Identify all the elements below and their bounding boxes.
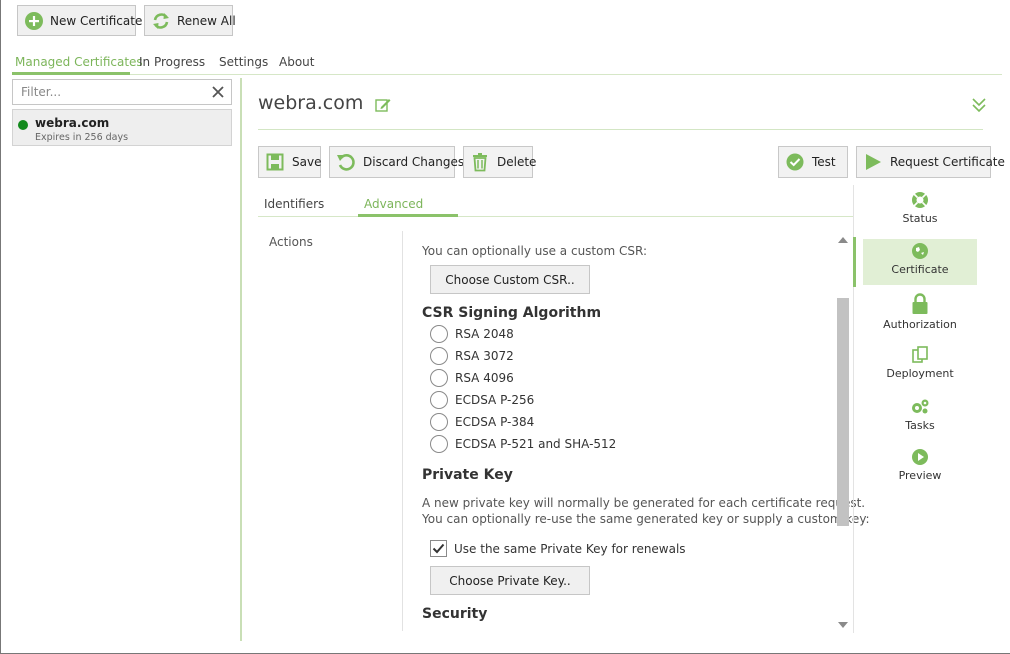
side-nav-label: Certificate <box>891 263 949 276</box>
side-nav-label: Authorization <box>883 318 957 331</box>
radio-label: ECDSA P-384 <box>455 415 535 429</box>
radio-ecdsa-p256[interactable]: ECDSA P-256 <box>430 391 534 409</box>
certificate-list-item[interactable]: webra.com Expires in 256 days <box>12 109 232 146</box>
save-button[interactable]: Save <box>258 146 321 178</box>
side-nav-label: Preview <box>898 469 942 482</box>
undo-icon <box>336 152 356 172</box>
radio-ecdsa-p384[interactable]: ECDSA P-384 <box>430 413 534 431</box>
trash-icon <box>470 152 490 172</box>
side-nav-label: Status <box>902 212 938 225</box>
test-label: Test <box>812 155 836 169</box>
content-divider <box>402 231 403 631</box>
test-button[interactable]: Test <box>778 146 848 178</box>
scrollbar-thumb[interactable] <box>837 298 849 526</box>
side-nav-authorization[interactable]: Authorization <box>863 290 977 336</box>
side-nav-status[interactable]: Status <box>863 188 977 234</box>
custom-csr-text: You can optionally use a custom CSR: <box>422 244 647 258</box>
new-certificate-label: New Certificate <box>50 13 143 28</box>
side-nav-active-indicator <box>853 237 856 287</box>
delete-label: Delete <box>497 155 537 169</box>
lock-icon <box>912 293 928 314</box>
reuse-private-key-label: Use the same Private Key for renewals <box>454 541 686 556</box>
lifebuoy-icon <box>912 192 928 208</box>
save-label: Save <box>292 155 322 169</box>
certificate-globe-icon <box>912 243 928 259</box>
radio-label: RSA 4096 <box>455 371 514 385</box>
radio-label: RSA 3072 <box>455 349 514 363</box>
gears-icon <box>912 399 929 414</box>
discard-changes-label: Discard Changes <box>363 155 465 169</box>
play-icon <box>863 152 883 172</box>
radio-label: ECDSA P-521 and SHA-512 <box>455 437 617 451</box>
page-title: webra.com <box>258 92 364 114</box>
scroll-down-arrow-icon[interactable] <box>837 618 849 628</box>
edit-icon[interactable] <box>374 96 392 114</box>
radio-circle <box>430 347 448 365</box>
title-divider <box>258 129 983 130</box>
refresh-icon <box>151 11 171 31</box>
save-icon <box>265 152 285 172</box>
scroll-up-arrow-icon[interactable] <box>837 233 849 243</box>
radio-label: ECDSA P-256 <box>455 393 535 407</box>
side-nav-preview[interactable]: Preview <box>863 445 977 491</box>
plus-circle-icon <box>24 11 44 31</box>
radio-circle <box>430 325 448 343</box>
clear-filter-icon[interactable] <box>209 83 227 101</box>
filter-box <box>12 79 232 105</box>
new-certificate-button[interactable]: New Certificate <box>17 5 142 36</box>
private-key-heading: Private Key <box>422 467 513 483</box>
certificate-expiry: Expires in 256 days <box>35 132 129 143</box>
side-nav-label: Tasks <box>905 419 935 432</box>
radio-circle <box>430 369 448 387</box>
discard-changes-button[interactable]: Discard Changes <box>329 146 464 178</box>
actions-label: Actions <box>269 235 313 249</box>
request-certificate-button[interactable]: Request Certificate <box>856 146 1005 178</box>
certificate-name: webra.com <box>35 116 110 130</box>
subtabs-divider <box>258 216 853 217</box>
side-nav-certificate[interactable]: Certificate <box>863 239 977 285</box>
chevron-double-down-icon[interactable] <box>970 96 988 114</box>
tab-managed-certificates[interactable]: Managed Certificates <box>15 55 143 69</box>
tab-about[interactable]: About <box>279 55 314 69</box>
reuse-private-key-checkbox[interactable]: Use the same Private Key for renewals <box>430 540 686 557</box>
private-key-description-2: You can optionally re-use the same gener… <box>422 512 870 526</box>
request-certificate-label: Request Certificate <box>890 155 1005 169</box>
side-nav-label: Deployment <box>886 367 954 380</box>
radio-rsa-4096[interactable]: RSA 4096 <box>430 369 514 387</box>
renew-all-button[interactable]: Renew All <box>144 5 236 36</box>
tab-advanced[interactable]: Advanced <box>364 197 423 211</box>
delete-button[interactable]: Delete <box>463 146 537 178</box>
nav-tabs-divider <box>12 74 1002 75</box>
choose-private-key-button[interactable]: Choose Private Key.. <box>430 566 590 595</box>
side-nav-tasks[interactable]: Tasks <box>863 395 977 441</box>
checkmark-icon <box>432 543 445 554</box>
status-dot-icon <box>18 120 28 130</box>
active-subtab-indicator <box>358 214 458 217</box>
radio-rsa-3072[interactable]: RSA 3072 <box>430 347 514 365</box>
security-heading: Security <box>422 606 488 622</box>
checkbox-box <box>430 540 447 557</box>
pane-splitter[interactable] <box>240 78 242 641</box>
copy-files-icon <box>912 346 928 363</box>
radio-rsa-2048[interactable]: RSA 2048 <box>430 325 514 343</box>
tab-identifiers[interactable]: Identifiers <box>264 197 324 211</box>
side-nav-deployment[interactable]: Deployment <box>863 343 977 389</box>
play-circle-icon <box>912 449 928 465</box>
radio-label: RSA 2048 <box>455 327 514 341</box>
check-circle-icon <box>785 152 805 172</box>
filter-input[interactable] <box>13 80 203 104</box>
csr-signing-algorithm-heading: CSR Signing Algorithm <box>422 305 602 321</box>
radio-circle <box>430 391 448 409</box>
tab-in-progress[interactable]: In Progress <box>139 55 205 69</box>
radio-circle <box>430 413 448 431</box>
choose-custom-csr-button[interactable]: Choose Custom CSR.. <box>430 265 590 294</box>
radio-ecdsa-p521[interactable]: ECDSA P-521 and SHA-512 <box>430 435 616 453</box>
radio-circle <box>430 435 448 453</box>
tab-settings[interactable]: Settings <box>219 55 268 69</box>
private-key-description-1: A new private key will normally be gener… <box>422 496 866 510</box>
active-tab-indicator <box>12 72 130 75</box>
renew-all-label: Renew All <box>177 13 236 28</box>
